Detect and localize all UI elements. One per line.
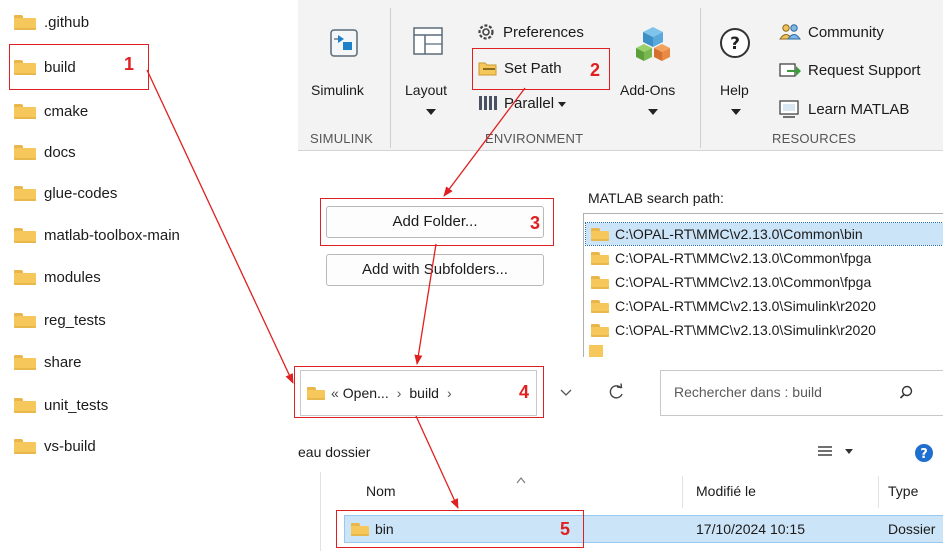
chevron-down-icon <box>558 101 567 107</box>
help-icon: ? <box>720 28 750 58</box>
file-type: Dossier <box>888 521 936 537</box>
list-item[interactable]: C:\OPAL-RT\MMC\v2.13.0\Simulink\r2020 <box>591 295 876 317</box>
file-modified: 17/10/2024 10:15 <box>696 521 805 537</box>
learn-matlab-button[interactable]: Learn MATLAB <box>779 97 909 121</box>
svg-text:?: ? <box>920 447 928 462</box>
list-item[interactable]: C:\OPAL-RT\MMC\v2.13.0\Simulink\r2020 <box>591 319 876 341</box>
list-view-icon <box>818 446 832 456</box>
tree-item-share[interactable]: share <box>14 350 82 374</box>
column-header-name[interactable]: Nom <box>366 483 396 499</box>
folder-icon <box>591 227 609 241</box>
request-support-icon <box>779 63 801 77</box>
svg-text:?: ? <box>730 34 740 54</box>
layout-button[interactable]: Layout <box>398 6 462 124</box>
folder-icon <box>14 397 36 413</box>
folder-icon <box>14 144 36 160</box>
learn-matlab-icon <box>779 100 799 118</box>
new-folder-button[interactable]: eau dossier <box>298 444 370 460</box>
chevron-down-icon <box>731 109 741 115</box>
column-divider[interactable] <box>878 476 879 508</box>
community-icon <box>779 24 801 40</box>
folder-icon <box>14 14 36 30</box>
sort-ascending-icon <box>516 477 526 484</box>
chevron-down-icon <box>648 109 658 115</box>
search-path-label: MATLAB search path: <box>588 190 724 206</box>
folder-icon <box>14 185 36 201</box>
preferences-button[interactable]: Preferences <box>476 20 584 44</box>
column-divider[interactable] <box>682 476 683 508</box>
help-icon[interactable]: ? <box>914 443 934 463</box>
search-icon <box>899 385 913 399</box>
folder-icon <box>14 354 36 370</box>
request-support-button[interactable]: Request Support <box>779 58 921 82</box>
annotation-number-5: 5 <box>560 519 571 539</box>
help-button[interactable]: ? Help <box>708 6 764 124</box>
tree-item-modules[interactable]: modules <box>14 265 101 289</box>
list-item[interactable]: C:\OPAL-RT\MMC\v2.13.0\Common\fpga <box>591 247 871 269</box>
nav-pane-divider <box>320 472 321 551</box>
folder-icon <box>591 323 609 337</box>
add-ons-icon <box>636 27 670 61</box>
community-button[interactable]: Community <box>779 20 884 44</box>
ribbon-separator <box>390 8 391 148</box>
folder-icon <box>14 103 36 119</box>
simulink-button[interactable]: Simulink <box>306 6 388 124</box>
list-item[interactable]: C:\OPAL-RT\MMC\v2.13.0\Common\fpga <box>591 271 871 293</box>
matlab-ribbon: Simulink SIMULINK Layout Preferences Set… <box>298 0 943 151</box>
tree-item-reg-tests[interactable]: reg_tests <box>14 308 106 332</box>
simulink-icon <box>330 29 358 57</box>
parallel-icon <box>479 96 497 110</box>
search-input[interactable]: Rechercher dans : build <box>674 384 822 400</box>
chevron-down-icon[interactable] <box>559 387 573 397</box>
folder-icon <box>14 438 36 454</box>
chevron-down-icon <box>845 448 853 454</box>
folder-icon <box>14 269 36 285</box>
folder-icon <box>591 251 609 265</box>
annotation-number-3: 3 <box>530 213 541 233</box>
gear-icon <box>478 24 494 40</box>
tree-item-github[interactable]: .github <box>14 10 89 34</box>
group-label-resources: RESOURCES <box>772 131 857 146</box>
annotation-box-5 <box>336 510 584 548</box>
folder-icon <box>589 345 603 357</box>
tree-item-cmake[interactable]: cmake <box>14 99 88 123</box>
tree-item-matlab-toolbox-main[interactable]: matlab-toolbox-main <box>14 223 180 247</box>
ribbon-separator <box>700 8 701 148</box>
folder-icon <box>14 312 36 328</box>
layout-icon <box>413 27 443 55</box>
search-box[interactable]: Rechercher dans : build <box>660 370 943 416</box>
folder-icon <box>591 299 609 313</box>
group-label-environment: ENVIRONMENT <box>485 131 584 146</box>
refresh-icon[interactable] <box>606 382 626 402</box>
add-with-subfolders-button[interactable]: Add with Subfolders... <box>326 254 544 286</box>
tree-item-vs-build[interactable]: vs-build <box>14 434 96 458</box>
column-header-type[interactable]: Type <box>888 483 918 499</box>
folder-icon <box>14 227 36 243</box>
folder-icon <box>591 275 609 289</box>
tree-item-unit-tests[interactable]: unit_tests <box>14 393 108 417</box>
list-item-selected[interactable]: C:\OPAL-RT\MMC\v2.13.0\Common\bin <box>585 222 943 246</box>
annotation-box-4 <box>294 366 544 418</box>
tree-item-glue-codes[interactable]: glue-codes <box>14 181 117 205</box>
column-header-modified[interactable]: Modifié le <box>696 483 756 499</box>
annotation-number-4: 4 <box>519 382 530 402</box>
annotation-box-3 <box>320 198 554 246</box>
chevron-down-icon <box>426 109 436 115</box>
annotation-number-1: 1 <box>124 54 135 74</box>
parallel-button[interactable]: Parallel <box>478 92 567 114</box>
tree-item-docs[interactable]: docs <box>14 140 76 164</box>
search-path-list[interactable]: C:\OPAL-RT\MMC\v2.13.0\Common\bin C:\OPA… <box>583 213 943 357</box>
view-options-button[interactable] <box>817 444 853 458</box>
annotation-number-2: 2 <box>590 60 601 80</box>
add-ons-button[interactable]: Add-Ons <box>616 6 690 124</box>
group-label-simulink: SIMULINK <box>310 131 374 146</box>
